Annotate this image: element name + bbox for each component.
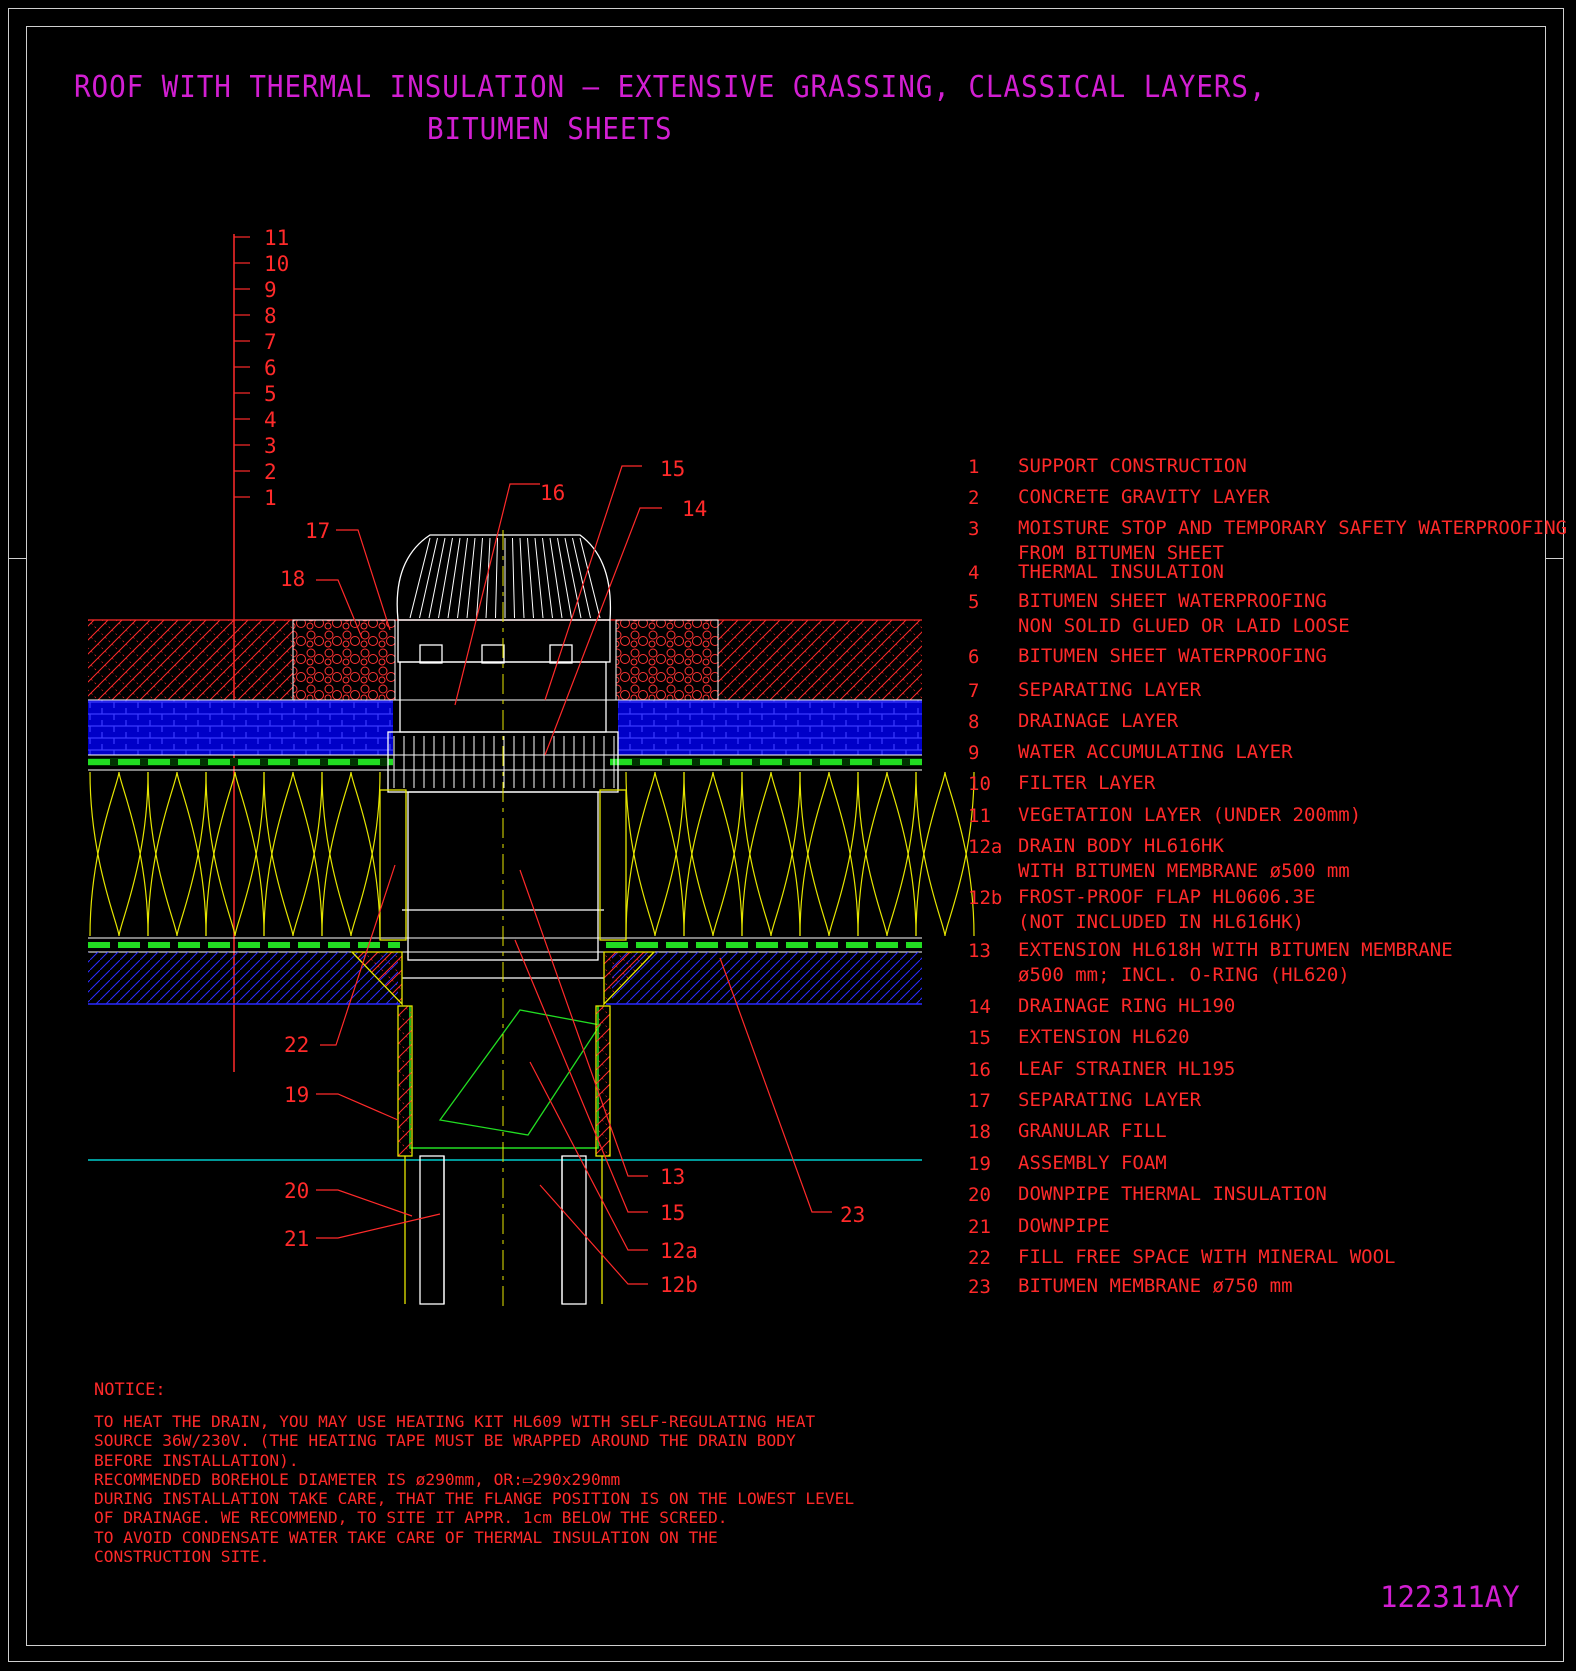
legend-number: 12b (968, 887, 1003, 909)
scale-label-11: 11 (264, 226, 289, 250)
callout-12a: 12a (660, 1239, 698, 1263)
scale-label-4: 4 (264, 408, 277, 432)
legend-text-continued: WITH BITUMEN MEMBRANE ø500 mm (1018, 860, 1350, 882)
scale-label-6: 6 (264, 356, 277, 380)
legend-text: DOWNPIPE THERMAL INSULATION (1018, 1183, 1327, 1205)
legend-text: BITUMEN MEMBRANE ø750 mm (1018, 1275, 1293, 1297)
legend-text-continued: (NOT INCLUDED IN HL616HK) (1018, 911, 1304, 933)
legend-number: 10 (968, 773, 991, 795)
legend-text: BITUMEN SHEET WATERPROOFING (1018, 645, 1327, 667)
legend-number: 19 (968, 1153, 991, 1175)
notice-line: TO AVOID CONDENSATE WATER TAKE CARE OF T… (94, 1527, 718, 1547)
callout-12b: 12b (660, 1273, 698, 1297)
legend-number: 16 (968, 1059, 991, 1081)
callout-14: 14 (682, 497, 707, 521)
scale-label-8: 8 (264, 304, 277, 328)
scale-label-2: 2 (264, 460, 277, 484)
legend-text: DRAINAGE LAYER (1018, 710, 1179, 732)
notice-title: NOTICE: (94, 1380, 166, 1400)
legend-text: EXTENSION HL620 (1018, 1026, 1190, 1048)
callout-20: 20 (284, 1179, 309, 1203)
legend-text: LEAF STRAINER HL195 (1018, 1058, 1236, 1080)
notice-line: BEFORE INSTALLATION). (94, 1450, 299, 1470)
notice-line: RECOMMENDED BOREHOLE DIAMETER IS ø290mm,… (94, 1469, 621, 1489)
legend-text: SEPARATING LAYER (1018, 679, 1202, 701)
drawing-code: 122311AY (1380, 1580, 1520, 1614)
legend-text: MOISTURE STOP AND TEMPORARY SAFETY WATER… (1018, 517, 1568, 539)
legend-number: 1 (968, 456, 980, 478)
notice-line: TO HEAT THE DRAIN, YOU MAY USE HEATING K… (94, 1412, 816, 1431)
legend-text-continued: ø500 mm; INCL. O-RING (HL620) (1018, 964, 1350, 986)
legend-number: 4 (968, 562, 980, 584)
callout-13: 13 (660, 1165, 685, 1189)
notice-line: SOURCE 36W/230V. (THE HEATING TAPE MUST … (94, 1431, 796, 1451)
legend-text: DRAIN BODY HL616HK (1018, 835, 1224, 857)
legend-text: WATER ACCUMULATING LAYER (1018, 741, 1293, 763)
legend-text: CONCRETE GRAVITY LAYER (1018, 486, 1270, 508)
legend-text: THERMAL INSULATION (1018, 561, 1224, 583)
legend-number: 13 (968, 940, 991, 962)
legend-text: BITUMEN SHEET WATERPROOFING (1018, 590, 1327, 612)
legend-number: 12a (968, 836, 1003, 858)
legend-text: FILL FREE SPACE WITH MINERAL WOOL (1018, 1246, 1396, 1268)
callout-17: 17 (305, 519, 330, 543)
legend-number: 5 (968, 591, 980, 613)
callout-15-bottom: 15 (660, 1201, 685, 1225)
legend-number: 22 (968, 1247, 991, 1269)
callout-15-top: 15 (660, 457, 685, 481)
legend-number: 23 (968, 1276, 991, 1298)
legend-text: FILTER LAYER (1018, 772, 1156, 794)
legend-text: VEGETATION LAYER (UNDER 200mm) (1018, 804, 1362, 826)
legend-number: 18 (968, 1121, 991, 1143)
legend-text: SEPARATING LAYER (1018, 1089, 1202, 1111)
scale-label-9: 9 (264, 278, 277, 302)
notice-body: TO HEAT THE DRAIN, YOU MAY USE HEATING K… (94, 1412, 854, 1566)
callout-22: 22 (284, 1033, 309, 1057)
scale-label-5: 5 (264, 382, 277, 406)
legend-text: GRANULAR FILL (1018, 1120, 1167, 1142)
scale-label-3: 3 (264, 434, 277, 458)
legend-number: 9 (968, 742, 980, 764)
drain-assembly (350, 530, 656, 1310)
legend-text: ASSEMBLY FOAM (1018, 1152, 1167, 1174)
legend-number: 21 (968, 1216, 991, 1238)
legend-text-continued: NON SOLID GLUED OR LAID LOOSE (1018, 615, 1350, 637)
callout-19: 19 (284, 1083, 309, 1107)
legend-number: 17 (968, 1090, 991, 1112)
callout-16: 16 (540, 481, 565, 505)
legend-number: 3 (968, 518, 980, 540)
roof-layers (88, 619, 975, 1161)
legend-text: EXTENSION HL618H WITH BITUMEN MEMBRANE (1018, 939, 1453, 961)
legend-text: SUPPORT CONSTRUCTION (1018, 455, 1247, 477)
scale-label-7: 7 (264, 330, 277, 354)
legend-text: FROST-PROOF FLAP HL0606.3E (1018, 886, 1316, 908)
scale-label-10: 10 (264, 252, 289, 276)
legend-number: 8 (968, 711, 980, 733)
legend-number: 11 (968, 805, 991, 827)
notice-line: CONSTRUCTION SITE. (94, 1547, 270, 1567)
legend-number: 2 (968, 487, 980, 509)
legend-number: 7 (968, 680, 980, 702)
legend-number: 6 (968, 646, 980, 668)
callout-21: 21 (284, 1227, 309, 1251)
legend-text: DOWNPIPE (1018, 1215, 1110, 1237)
callout-23: 23 (840, 1203, 865, 1227)
callout-18: 18 (280, 567, 305, 591)
notice-line: DURING INSTALLATION TAKE CARE, THAT THE … (94, 1489, 855, 1509)
legend-number: 14 (968, 996, 991, 1018)
scale-label-1: 1 (264, 486, 277, 510)
notice-line: OF DRAINAGE. WE RECOMMEND, TO SITE IT AP… (94, 1508, 728, 1528)
legend-number: 20 (968, 1184, 991, 1206)
legend-text: DRAINAGE RING HL190 (1018, 995, 1236, 1017)
legend-number: 15 (968, 1027, 991, 1049)
